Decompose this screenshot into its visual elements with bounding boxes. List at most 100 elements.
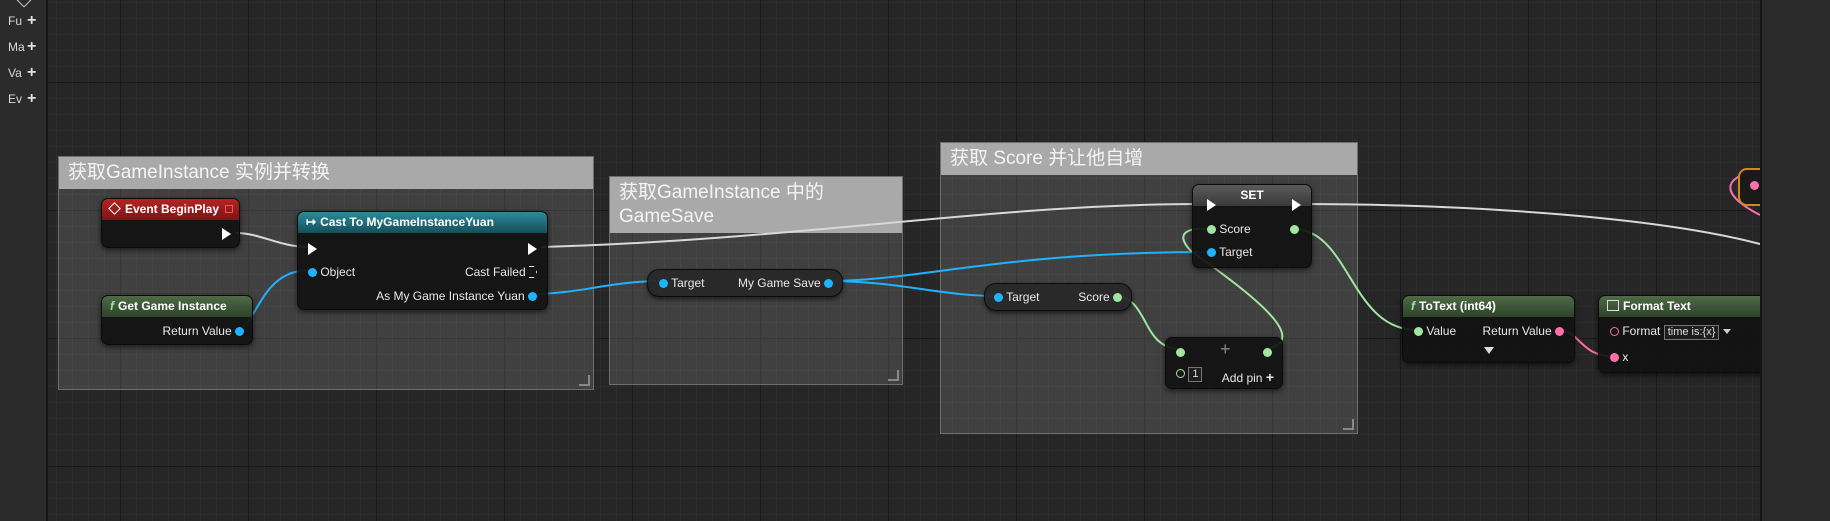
pin-label: Return Value xyxy=(1482,324,1552,338)
node-header: f Get Game Instance xyxy=(102,296,252,317)
score-pin[interactable]: Score xyxy=(1078,290,1122,304)
add-input-b-pin[interactable]: 1 xyxy=(1176,366,1203,382)
event-beginplay-node[interactable]: Event BeginPlay xyxy=(101,198,240,248)
my-game-save-pin[interactable]: My Game Save xyxy=(738,276,833,290)
return-value-pin[interactable]: Return Value xyxy=(1482,324,1564,338)
text-pin-icon xyxy=(1610,353,1619,362)
pin-label: My Game Save xyxy=(737,276,821,290)
get-score-node[interactable]: Target Score xyxy=(984,283,1132,311)
function-icon: f xyxy=(1411,299,1415,313)
node-title: Get Game Instance xyxy=(118,299,227,313)
pin-label: Object xyxy=(320,265,356,279)
add-icon[interactable]: + xyxy=(27,36,36,58)
object-pin-icon xyxy=(528,292,537,301)
my-blueprint-sidebar: Fu + Ma + Va + Ev + xyxy=(0,0,48,521)
get-my-game-save-node[interactable]: Target My Game Save xyxy=(647,269,843,297)
sidebar-item-label: Ev xyxy=(8,92,23,106)
node-header: f ToText (int64) xyxy=(1403,296,1574,317)
pin-label: Return Value xyxy=(162,324,232,338)
format-text-icon xyxy=(1607,300,1619,311)
pin-label: Target xyxy=(1219,245,1253,259)
collapse-diamond-icon[interactable] xyxy=(15,0,33,8)
node-header: Event BeginPlay xyxy=(102,199,239,220)
sidebar-item-label: Va xyxy=(8,66,22,80)
pin-label: Target xyxy=(671,276,705,290)
int-pin-icon xyxy=(1290,225,1299,234)
exec-pin-icon xyxy=(1207,199,1216,211)
score-output-pin[interactable] xyxy=(1290,222,1299,236)
exec-in-pin[interactable] xyxy=(308,242,317,256)
dropdown-arrow-icon[interactable] xyxy=(1722,329,1731,334)
target-pin[interactable]: Target xyxy=(994,290,1039,304)
cast-failed-pin[interactable]: Cast Failed xyxy=(465,265,537,279)
add-output-pin[interactable] xyxy=(1263,345,1272,359)
x-pin[interactable]: x xyxy=(1610,350,1628,364)
exec-out-pin[interactable] xyxy=(1292,198,1301,212)
sidebar-item-macros[interactable]: Ma + xyxy=(2,36,42,58)
pin-label: Add pin xyxy=(1221,371,1263,385)
text-pin-icon xyxy=(1610,327,1619,336)
text-pin-icon xyxy=(1750,181,1759,190)
int-pin-icon xyxy=(1207,225,1216,234)
object-wire-save-to-set-target xyxy=(825,251,1210,282)
pin-label: x xyxy=(1622,350,1629,364)
pin-label: Target xyxy=(1006,290,1040,304)
as-mygameinstanceyuan-pin[interactable]: As My Game Instance Yuan xyxy=(376,289,537,303)
object-pin[interactable]: Object xyxy=(308,265,355,279)
node-title: Cast To MyGameInstanceYuan xyxy=(320,215,494,229)
add-icon[interactable]: + xyxy=(27,62,36,84)
advanced-expand-icon[interactable] xyxy=(1484,343,1494,357)
format-pin[interactable]: Format time is:{x} xyxy=(1610,324,1731,340)
object-pin-icon xyxy=(308,268,317,277)
cast-icon: ↦ xyxy=(306,215,317,229)
cast-to-mygameinstanceyuan-node[interactable]: ↦ Cast To MyGameInstanceYuan Object Cast … xyxy=(297,211,548,310)
add-icon[interactable]: + xyxy=(27,88,36,110)
sidebar-item-variables[interactable]: Va + xyxy=(2,62,42,84)
add-value-input[interactable]: 1 xyxy=(1188,367,1203,382)
add-pin-button[interactable]: Add pin + xyxy=(1222,370,1274,385)
pin-label: Cast Failed xyxy=(464,265,526,279)
sidebar-item-event-dispatchers[interactable]: Ev + xyxy=(2,88,42,110)
exec-pin-icon xyxy=(528,243,537,255)
score-input-pin[interactable]: Score xyxy=(1207,222,1251,236)
set-score-node[interactable]: SET Score Target xyxy=(1192,184,1312,268)
sidebar-item-functions[interactable]: Fu + xyxy=(2,10,42,32)
right-panel-edge xyxy=(1760,0,1830,521)
value-pin[interactable]: Value xyxy=(1414,324,1456,338)
delegate-pin-icon[interactable] xyxy=(225,205,233,213)
blueprint-graph-canvas[interactable]: 获取GameInstance 实例并转换 获取GameInstance 中的 G… xyxy=(0,0,1830,521)
plus-icon: + xyxy=(1265,369,1274,385)
add-int-node[interactable]: + 1 Add pin + xyxy=(1165,337,1283,389)
exec-wire-cast-to-set xyxy=(540,202,1209,248)
object-pin-icon xyxy=(1207,248,1216,257)
totext-int64-node[interactable]: f ToText (int64) Value Return Value xyxy=(1402,295,1575,363)
int-pin-icon xyxy=(1414,327,1423,336)
object-pin-icon xyxy=(994,293,1003,302)
format-text-input[interactable]: time is:{x} xyxy=(1663,325,1720,340)
exec-out-pin[interactable] xyxy=(528,242,537,256)
target-pin[interactable]: Target xyxy=(1207,245,1252,259)
function-icon: f xyxy=(110,299,114,313)
object-wire-cast-to-getsave xyxy=(531,280,663,295)
int-pin-icon xyxy=(1176,348,1185,357)
text-pin-icon xyxy=(1555,327,1564,336)
get-game-instance-node[interactable]: f Get Game Instance Return Value xyxy=(101,295,253,345)
exec-pin-icon xyxy=(308,243,317,255)
node-title: ToText (int64) xyxy=(1419,299,1496,313)
exec-pin-icon xyxy=(529,266,537,278)
add-operator-icon: + xyxy=(1220,339,1231,359)
target-pin[interactable]: Target xyxy=(659,276,704,290)
int-pin-icon xyxy=(1113,293,1122,302)
wires-layer xyxy=(233,169,1761,357)
event-diamond-icon xyxy=(108,202,121,215)
pin-label: Score xyxy=(1219,222,1251,236)
add-input-a-pin[interactable] xyxy=(1176,345,1185,359)
exec-in-pin[interactable] xyxy=(1207,198,1216,212)
pin-label: Score xyxy=(1078,290,1110,304)
sidebar-item-label: Ma xyxy=(8,40,25,54)
exec-out-pin[interactable] xyxy=(222,227,231,241)
object-wire-save-to-score-target xyxy=(825,280,997,297)
add-icon[interactable]: + xyxy=(27,10,36,32)
node-title: SET xyxy=(1240,188,1264,202)
return-value-pin[interactable]: Return Value xyxy=(162,324,244,338)
